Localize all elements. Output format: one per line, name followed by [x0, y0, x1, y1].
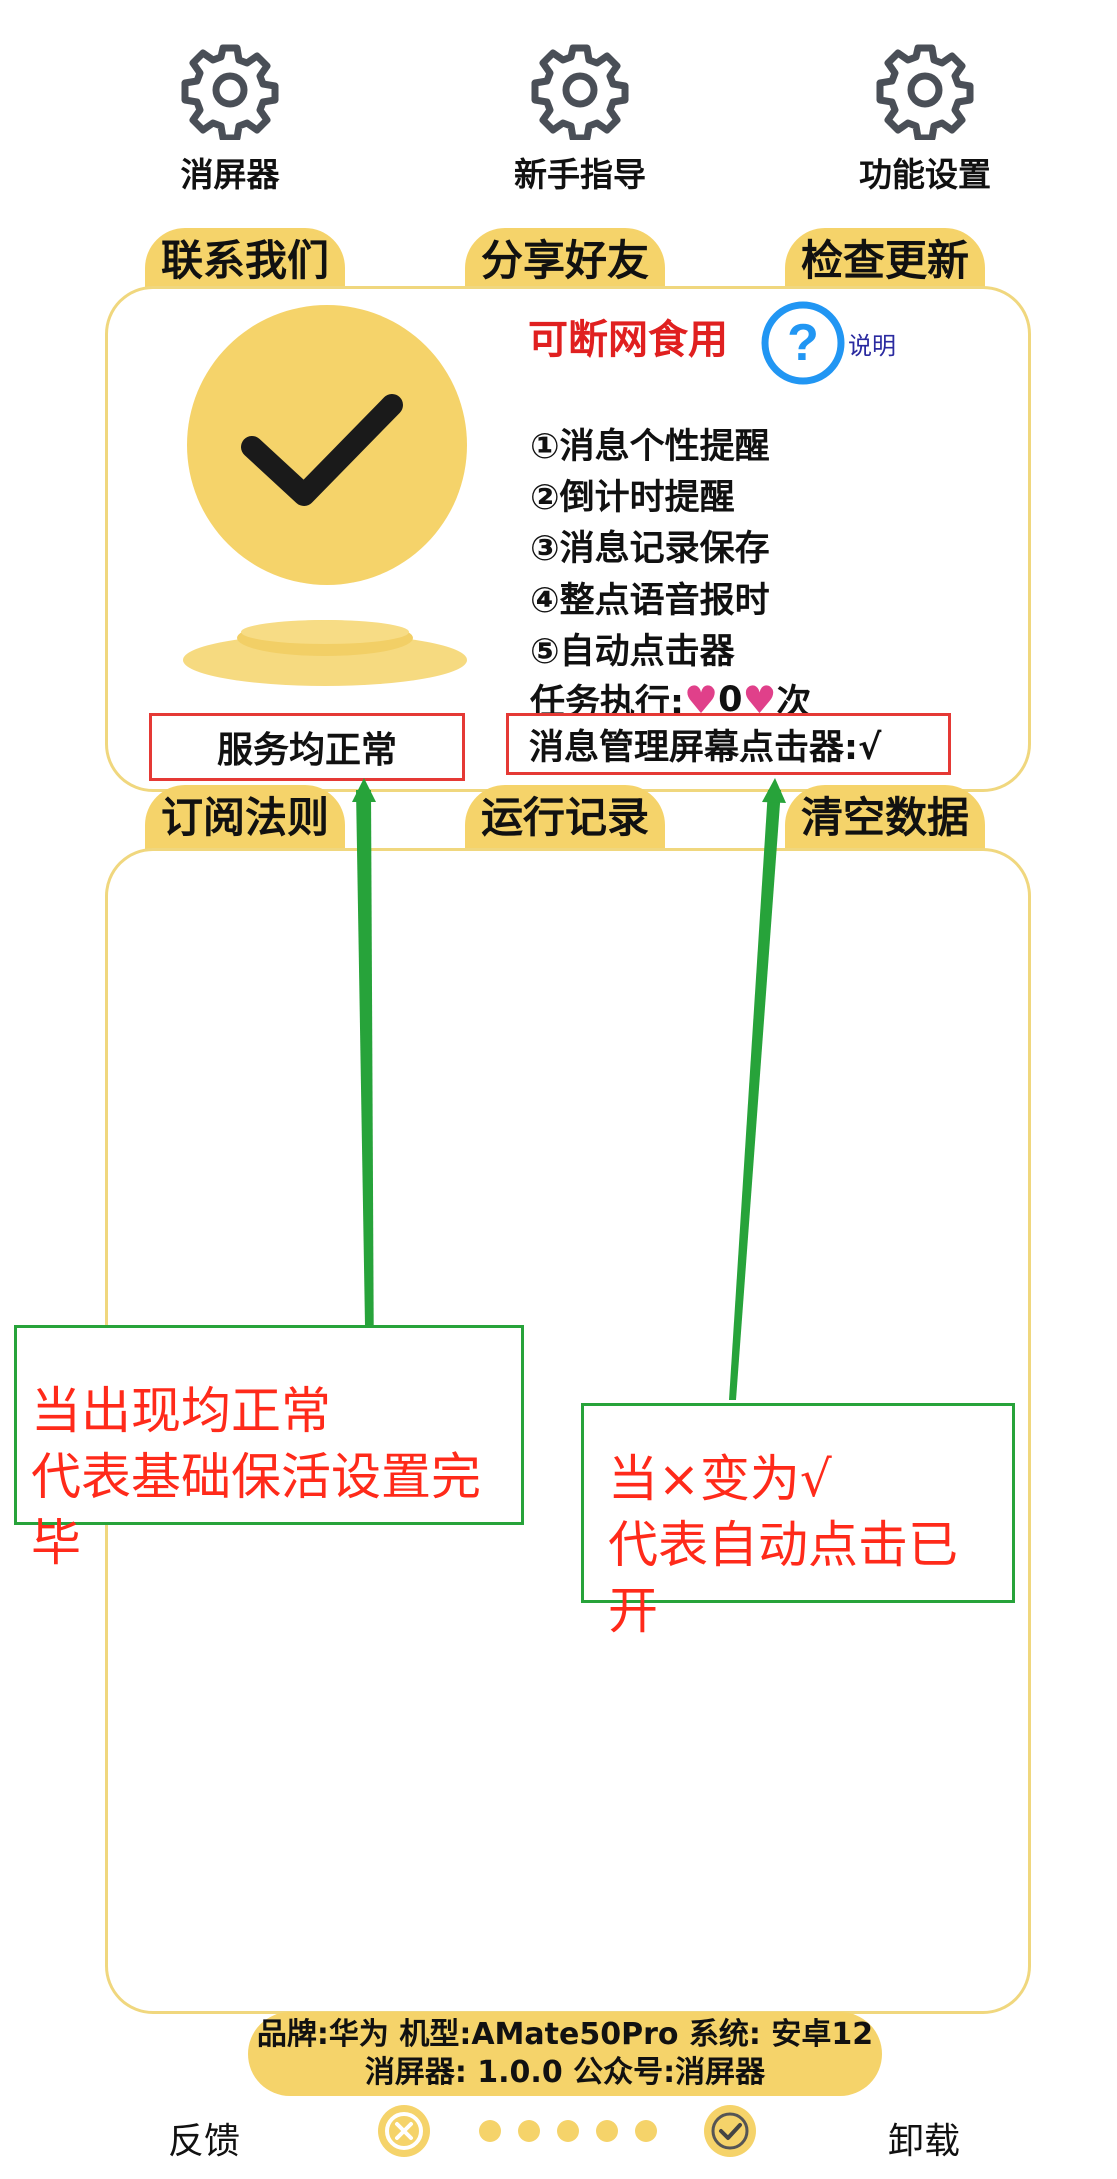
- annotation-service: 当出现均正常 代表基础保活设置完毕: [14, 1325, 524, 1572]
- annotation-service-line2: 代表基础保活设置完毕: [31, 1448, 481, 1572]
- feedback-button[interactable]: 反馈: [168, 2112, 240, 2164]
- annotation-clicker-line2: 代表自动点击已开: [608, 1516, 958, 1640]
- page-dot[interactable]: [479, 2120, 501, 2142]
- page-dot[interactable]: [635, 2120, 657, 2142]
- annotation-clicker: 当×变为√ 代表自动点击已开: [581, 1403, 1015, 1640]
- annotation-clicker-line1: 当×变为√: [608, 1450, 832, 1508]
- close-circle-icon[interactable]: [376, 2103, 432, 2159]
- device-info-line2: 消屏器: 1.0.0 公众号:消屏器: [364, 2055, 766, 2090]
- device-info: 品牌:华为 机型:AMate50Pro 系统: 安卓12 消屏器: 1.0.0 …: [248, 2012, 882, 2096]
- annotation-arrows: [352, 778, 786, 1400]
- page-dot[interactable]: [557, 2120, 579, 2142]
- uninstall-button[interactable]: 卸载: [888, 2112, 960, 2164]
- page-dot[interactable]: [596, 2120, 618, 2142]
- check-circle-icon[interactable]: [702, 2103, 758, 2159]
- annotation-service-line1: 当出现均正常: [31, 1382, 331, 1440]
- page-dot[interactable]: [518, 2120, 540, 2142]
- device-info-line1: 品牌:华为 机型:AMate50Pro 系统: 安卓12: [256, 2017, 874, 2052]
